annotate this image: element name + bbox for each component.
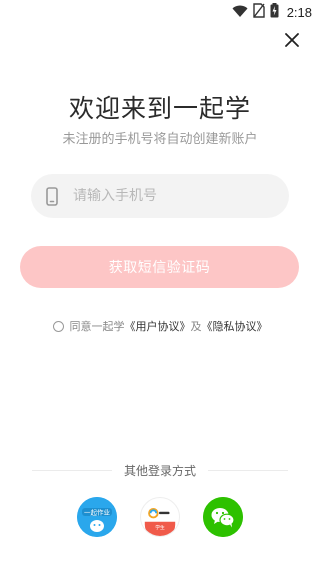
status-time: 2:18 xyxy=(286,4,312,20)
wifi-icon xyxy=(232,3,248,22)
agreement-row: 同意一起学 《用户协议》 及 《隐私协议》 xyxy=(0,318,320,334)
third-party-login-options: 一起作业 学生 xyxy=(0,497,320,537)
yiqi-student-login-button[interactable]: 学生 xyxy=(140,497,180,537)
page-title: 欢迎来到一起学 xyxy=(68,94,251,123)
yiqi-homework-icon: 一起作业 xyxy=(77,497,117,537)
homework-icon-text: 一起作业 xyxy=(84,508,111,517)
page-subtitle: 未注册的手机号将自动创建新账户 xyxy=(62,132,258,147)
yiqi-homework-login-button[interactable]: 一起作业 xyxy=(77,497,117,537)
status-icons: 2:18 xyxy=(232,2,312,22)
user-agreement-link[interactable]: 《用户协议》 xyxy=(125,318,191,334)
agreement-prefix: 同意一起学 xyxy=(69,320,125,333)
agreement-connector: 及 xyxy=(190,320,202,333)
phone-icon xyxy=(45,186,59,206)
phone-field[interactable] xyxy=(31,174,289,218)
wechat-icon xyxy=(203,497,243,537)
no-sim-icon xyxy=(252,2,265,22)
status-bar: 2:18 xyxy=(0,0,320,24)
divider-left xyxy=(31,470,112,471)
privacy-agreement-link[interactable]: 《隐私协议》 xyxy=(202,318,268,334)
battery-charging-icon xyxy=(270,2,279,22)
other-login-label: 其他登录方式 xyxy=(123,464,196,478)
close-icon xyxy=(285,33,299,47)
get-code-button[interactable]: 获取短信验证码 xyxy=(20,246,299,288)
wechat-login-button[interactable] xyxy=(203,497,243,537)
phone-input[interactable] xyxy=(73,188,263,204)
close-button[interactable] xyxy=(280,28,304,52)
yiqi-student-icon: 学生 xyxy=(141,498,179,536)
divider-right xyxy=(208,470,288,471)
agree-checkbox[interactable] xyxy=(52,320,64,332)
other-login-divider: 其他登录方式 xyxy=(0,462,320,479)
